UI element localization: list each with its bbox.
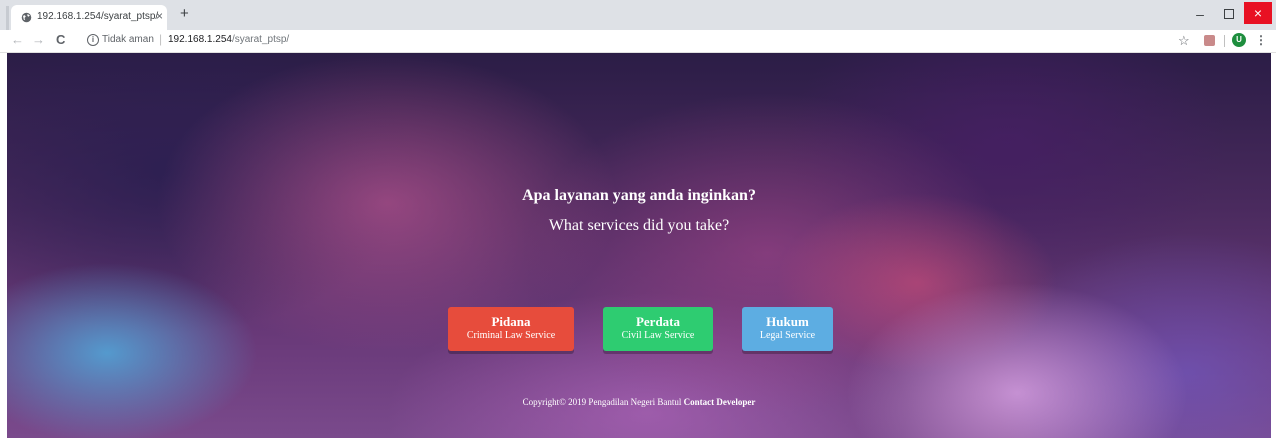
browser-window: 192.168.1.254/syarat_ptsp/ × + – × ← → C… — [0, 0, 1276, 438]
page-subheading: What services did you take? — [548, 217, 730, 234]
url-text[interactable]: 192.168.1.254/syarat_ptsp/ — [168, 34, 289, 45]
pidana-service-button[interactable]: Pidana Criminal Law Service — [448, 307, 574, 351]
service-subtitle: Criminal Law Service — [466, 330, 556, 341]
window-close-icon[interactable]: × — [1244, 2, 1272, 24]
menu-kebab-icon[interactable]: ⋮ — [1255, 33, 1267, 47]
url-path: /syarat_ptsp/ — [231, 34, 290, 45]
perdata-service-button[interactable]: Perdata Civil Law Service — [603, 307, 713, 351]
contact-developer-link[interactable]: Contact Developer — [684, 397, 756, 407]
page-heading: Apa layanan yang anda inginkan? — [522, 187, 756, 204]
service-title: Pidana — [491, 314, 531, 329]
tab-title: 192.168.1.254/syarat_ptsp/ — [37, 11, 159, 22]
extension-icon[interactable] — [1204, 35, 1215, 46]
globe-icon — [21, 12, 32, 23]
tab-strip-edge — [6, 6, 9, 30]
url-host: 192.168.1.254 — [168, 34, 232, 45]
bookmark-star-icon[interactable]: ☆ — [1178, 33, 1190, 49]
page-viewport: Apa layanan yang anda inginkan? What ser… — [7, 53, 1271, 438]
copyright-text: Copyright© 2019 Pengadilan Negeri Bantul — [522, 397, 682, 407]
tab-active[interactable]: 192.168.1.254/syarat_ptsp/ × — [11, 5, 167, 30]
security-label[interactable]: Tidak aman — [102, 34, 154, 45]
service-subtitle: Legal Service — [759, 330, 816, 341]
back-icon[interactable]: ← — [11, 32, 24, 48]
toolbar: ← → C i Tidak aman | 192.168.1.254/syara… — [0, 30, 1276, 53]
tab-strip: 192.168.1.254/syarat_ptsp/ × + – × — [0, 0, 1276, 30]
service-title: Hukum — [766, 314, 809, 329]
toolbar-divider — [1224, 35, 1225, 47]
forward-icon[interactable]: → — [32, 32, 45, 48]
url-separator: | — [159, 32, 163, 46]
tab-close-icon[interactable]: × — [156, 9, 163, 23]
new-tab-icon[interactable]: + — [180, 6, 189, 22]
service-title: Perdata — [635, 314, 681, 329]
restore-icon-box — [1224, 8, 1234, 19]
reload-icon[interactable]: C — [56, 32, 65, 48]
footer: Copyright© 2019 Pengadilan Negeri Bantul… — [7, 397, 1271, 407]
restore-icon[interactable] — [1219, 5, 1239, 23]
minimize-icon[interactable]: – — [1190, 5, 1210, 23]
service-subtitle: Civil Law Service — [621, 330, 695, 341]
address-bar[interactable]: i Tidak aman | 192.168.1.254/syarat_ptsp… — [78, 31, 1163, 50]
info-icon[interactable]: i — [87, 34, 99, 46]
profile-avatar[interactable]: U — [1232, 33, 1246, 47]
hukum-service-button[interactable]: Hukum Legal Service — [742, 307, 833, 351]
